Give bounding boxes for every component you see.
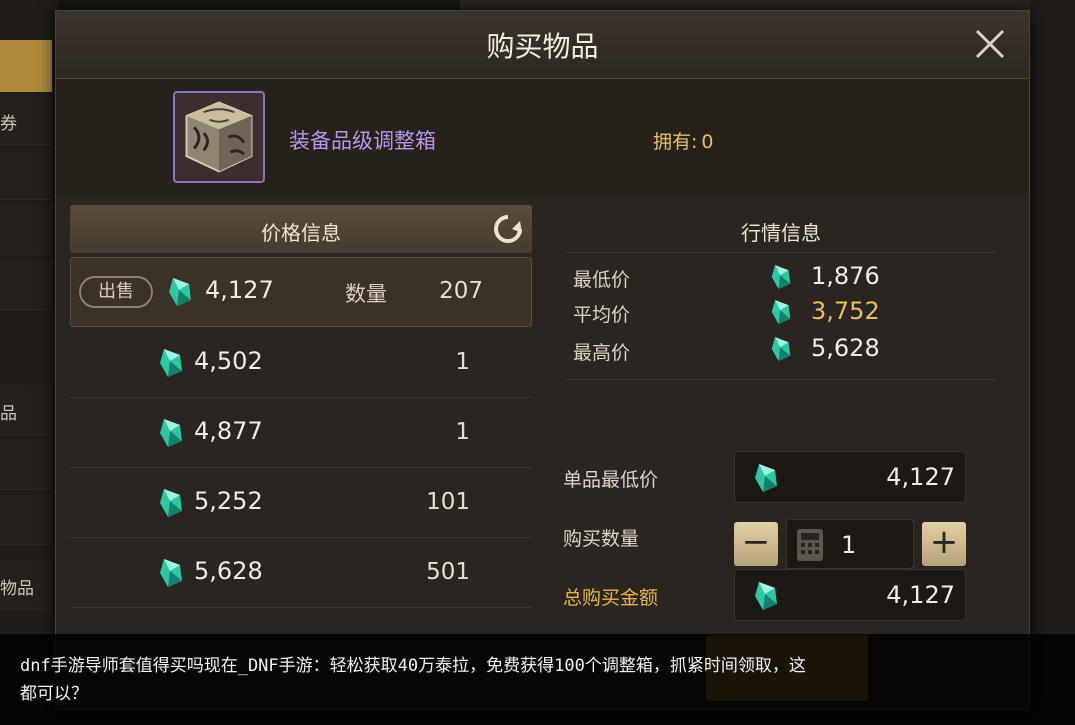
buy-item-dialog: 购买物品 装备品级调整箱 拥有: 0 价格信息 出售 4,127 数量 207 … <box>55 10 1030 710</box>
crystal-gem-icon <box>771 337 791 361</box>
crystal-gem-icon <box>771 300 791 324</box>
avg-price-label: 平均价 <box>573 304 631 326</box>
dialog-title: 购买物品 <box>486 30 599 63</box>
background-sidebar-item: 物品 <box>0 560 52 610</box>
crystal-gem-icon <box>160 489 182 517</box>
caption-line: dnf手游导师套值得买吗现在_DNF手游：轻松获取40万泰拉，免费获得100个调… <box>20 656 806 676</box>
listing-row[interactable]: 出售 4,127 数量 207 <box>70 257 532 327</box>
listing-row[interactable]: 4,502 1 <box>70 328 532 398</box>
sell-badge: 出售 <box>79 276 153 308</box>
refresh-button[interactable] <box>492 213 524 245</box>
total-amount-value: 4,127 <box>886 581 955 609</box>
quantity-input[interactable]: 1 <box>786 519 914 569</box>
caption-overlay: dnf手游导师套值得买吗现在_DNF手游：轻松获取40万泰拉，免费获得100个调… <box>0 634 1075 725</box>
purchase-quantity-label: 购买数量 <box>563 528 640 550</box>
background-tab-active <box>0 40 52 92</box>
price-info-header: 价格信息 <box>70 205 532 253</box>
background-right-panel <box>1030 0 1075 640</box>
min-price-label: 最低价 <box>573 269 631 291</box>
unit-min-price-label: 单品最低价 <box>563 469 659 491</box>
listing-quantity: 1 <box>455 419 470 445</box>
item-box-icon[interactable] <box>173 91 265 183</box>
listing-quantity: 101 <box>426 489 470 515</box>
crystal-gem-icon <box>169 278 191 306</box>
listing-price: 4,877 <box>194 417 263 445</box>
background-sidebar-item: 券 <box>0 95 52 145</box>
crystal-gem-icon <box>160 349 182 377</box>
price-info-title: 价格信息 <box>261 221 341 245</box>
max-price-label: 最高价 <box>573 342 631 364</box>
background-sidebar-item: 品 <box>0 385 52 435</box>
market-info-title: 行情信息 <box>741 221 821 245</box>
background-sidebar-item <box>0 260 52 310</box>
listing-row[interactable]: 5,628 501 <box>70 538 532 608</box>
market-info-panel: 行情信息 最低价 1,876 平均价 3,752 最高价 5,628 单品最低价… <box>546 205 1016 645</box>
background-sidebar-item <box>0 205 52 255</box>
listing-quantity: 1 <box>455 349 470 375</box>
listing-quantity: 501 <box>426 559 470 585</box>
listing-price: 4,502 <box>194 347 263 375</box>
crystal-gem-icon <box>160 559 182 587</box>
owned-label: 拥有: <box>653 131 698 153</box>
total-amount-label: 总购买金额 <box>563 587 659 609</box>
quantity-label: 数量 <box>345 282 387 306</box>
avg-price-value: 3,752 <box>811 297 880 325</box>
item-info-bar: 装备品级调整箱 拥有: 0 <box>56 79 1029 197</box>
crystal-gem-icon <box>160 419 182 447</box>
crystal-gem-icon <box>771 265 791 289</box>
market-info-header: 行情信息 <box>566 205 996 253</box>
background-sidebar: 券 品 物品 <box>0 0 58 725</box>
divider <box>566 379 996 380</box>
calculator-icon[interactable] <box>797 529 823 561</box>
refresh-icon <box>494 215 522 243</box>
unit-min-price-field: 4,127 <box>734 451 966 503</box>
owned-count: 拥有: 0 <box>649 127 714 154</box>
background-sidebar-item <box>0 150 52 200</box>
listing-price: 5,628 <box>194 557 263 585</box>
close-button[interactable] <box>973 27 1007 61</box>
background-sidebar-item <box>0 440 52 490</box>
item-name: 装备品级调整箱 <box>289 129 436 153</box>
crystal-gem-icon <box>755 582 777 610</box>
total-amount-field: 4,127 <box>734 569 966 621</box>
background-sidebar-label: 物品 <box>0 579 34 599</box>
listing-row[interactable]: 4,877 1 <box>70 398 532 468</box>
listing-row[interactable]: 5,252 101 <box>70 468 532 538</box>
crystal-gem-icon <box>755 464 777 492</box>
decrease-quantity-button[interactable]: − <box>734 522 778 566</box>
unit-min-price-value: 4,127 <box>886 463 955 491</box>
min-price-value: 1,876 <box>811 262 880 290</box>
background-sidebar-item <box>0 495 52 545</box>
quantity-value: 1 <box>841 531 857 559</box>
max-price-value: 5,628 <box>811 334 880 362</box>
caption-line: 都可以？ <box>20 684 88 704</box>
price-info-panel: 价格信息 出售 4,127 数量 207 4,502 1 4,877 1 5,2… <box>70 205 532 645</box>
background-currency-bar <box>460 0 1075 10</box>
background-sidebar-label: 券 <box>0 114 17 134</box>
listing-price: 5,252 <box>194 487 263 515</box>
listing-quantity: 207 <box>439 278 483 304</box>
close-icon <box>975 29 1005 59</box>
dialog-header: 购买物品 <box>56 11 1029 79</box>
increase-quantity-button[interactable]: + <box>922 522 966 566</box>
owned-value: 0 <box>701 131 714 153</box>
background-sidebar-label: 品 <box>0 404 17 424</box>
listing-price: 4,127 <box>205 276 274 304</box>
